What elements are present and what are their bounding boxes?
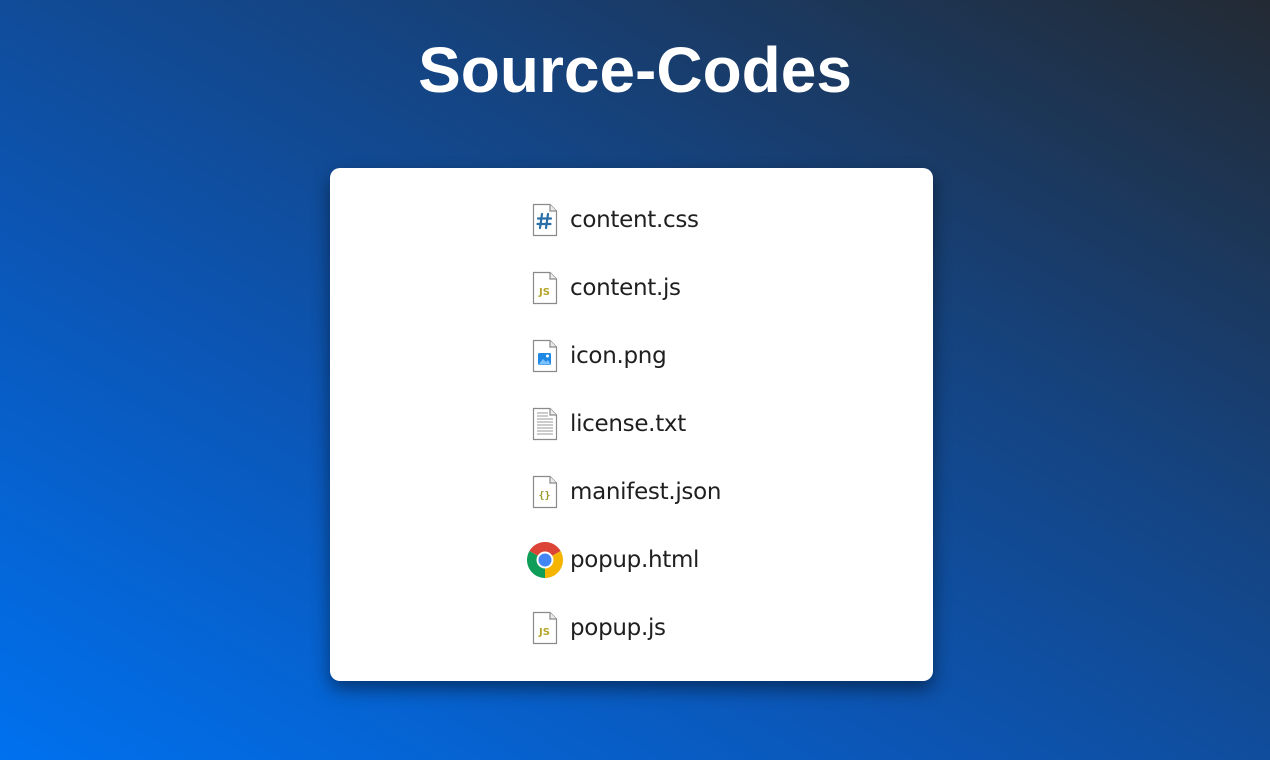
js-file-icon: JS	[527, 270, 563, 306]
svg-text:{}: {}	[538, 491, 550, 502]
file-name: manifest.json	[570, 479, 722, 505]
json-file-icon: {}	[527, 474, 563, 510]
js-file-icon: JS	[527, 610, 563, 646]
file-item-content-css[interactable]: content.css	[527, 186, 721, 254]
image-file-icon	[527, 338, 563, 374]
file-name: license.txt	[570, 411, 686, 437]
chrome-icon	[527, 542, 563, 578]
file-name: content.js	[570, 275, 681, 301]
file-item-icon-png[interactable]: icon.png	[527, 322, 721, 390]
file-name: popup.js	[570, 615, 666, 641]
svg-text:JS: JS	[538, 287, 550, 298]
css-file-icon	[527, 202, 563, 238]
file-list-card: content.css JS content.js icon.png licen…	[330, 168, 933, 681]
file-list: content.css JS content.js icon.png licen…	[527, 186, 721, 662]
file-item-content-js[interactable]: JS content.js	[527, 254, 721, 322]
file-item-popup-js[interactable]: JS popup.js	[527, 594, 721, 662]
file-item-license-txt[interactable]: license.txt	[527, 390, 721, 458]
svg-text:JS: JS	[538, 627, 550, 638]
file-name: content.css	[570, 207, 699, 233]
file-item-popup-html[interactable]: popup.html	[527, 526, 721, 594]
page-title: Source-Codes	[418, 34, 852, 106]
file-name: popup.html	[570, 547, 700, 573]
file-name: icon.png	[570, 343, 667, 369]
file-item-manifest-json[interactable]: {} manifest.json	[527, 458, 721, 526]
text-file-icon	[527, 406, 563, 442]
